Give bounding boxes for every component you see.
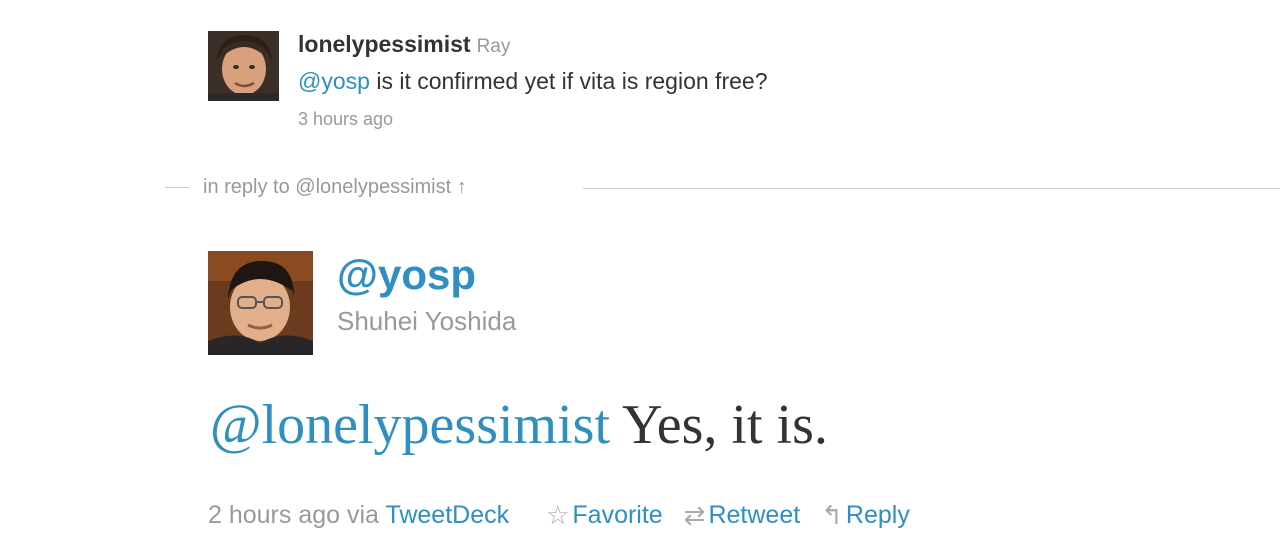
favorite-label: Favorite: [572, 501, 663, 529]
main-mention-link[interactable]: @lonelypessimist: [210, 394, 610, 456]
parent-avatar[interactable]: [208, 31, 279, 101]
retweet-button[interactable]: ⇄ Retweet: [684, 496, 801, 534]
reply-button[interactable]: ↰ Reply: [821, 496, 910, 534]
reply-icon: ↰: [821, 500, 843, 530]
main-screen-name[interactable]: @yosp: [337, 250, 476, 300]
main-timestamp[interactable]: 2 hours ago: [208, 501, 340, 529]
in-reply-to-link[interactable]: in reply to @lonelypessimist ↑: [203, 172, 467, 202]
retweet-icon: ⇄: [683, 500, 706, 530]
tweet-actions: ☆ Favorite ⇄ Retweet ↰ Reply: [546, 496, 924, 534]
tweet-thread: lonelypessimist Ray @yosp is it confirmed…: [0, 0, 1280, 555]
main-tweet-body-text: Yes, it is.: [610, 394, 828, 456]
in-reply-to-divider: in reply to @lonelypessimist ↑: [165, 172, 1280, 202]
favorite-button[interactable]: ☆ Favorite: [546, 496, 663, 534]
divider-rule-right: [583, 188, 1280, 189]
parent-real-name: Ray: [476, 36, 511, 57]
divider-rule-left: [165, 187, 189, 188]
up-arrow-icon: ↑: [456, 176, 467, 198]
parent-screen-name[interactable]: lonelypessimist: [298, 31, 471, 57]
retweet-label: Retweet: [708, 501, 801, 529]
main-real-name: Shuhei Yoshida: [337, 306, 517, 336]
avatar-photo-icon: [208, 251, 313, 355]
parent-mention-link[interactable]: @yosp: [298, 68, 370, 94]
star-outline-icon: ☆: [546, 500, 570, 530]
main-avatar[interactable]: [208, 251, 313, 355]
reply-label: Reply: [845, 501, 910, 529]
parent-timestamp[interactable]: 3 hours ago: [298, 109, 1198, 130]
in-reply-to-label: in reply to @lonelypessimist: [203, 176, 452, 198]
parent-tweet-body: lonelypessimist Ray @yosp is it confirmed…: [298, 28, 1198, 130]
parent-tweet-body-text: is it confirmed yet if vita is region fr…: [369, 68, 768, 94]
via-label: via: [340, 501, 386, 529]
source-link[interactable]: TweetDeck: [385, 501, 509, 529]
tweet-meta-row: 2 hours ago via TweetDeck ☆ Favorite ⇄ Ret…: [208, 496, 924, 534]
parent-tweet-text: @yosp is it confirmed yet if vita is reg…: [298, 68, 1198, 95]
main-tweet-text: @lonelypessimist Yes, it is.: [210, 390, 828, 460]
parent-header: lonelypessimist Ray: [298, 28, 1198, 60]
avatar-photo-icon: [208, 31, 279, 101]
